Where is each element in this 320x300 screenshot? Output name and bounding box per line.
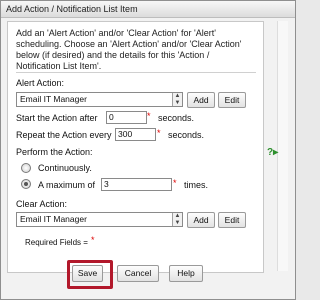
repeat-every-input[interactable]: 300 <box>115 128 156 141</box>
divider <box>16 72 256 73</box>
clear-action-select[interactable]: Email IT Manager ▲ ▼ <box>16 212 183 227</box>
save-button[interactable]: Save <box>72 265 103 282</box>
clear-action-edit-button[interactable]: Edit <box>218 212 246 228</box>
maximum-radio[interactable] <box>21 179 31 189</box>
start-after-unit: seconds. <box>158 113 195 123</box>
required-marker: * <box>147 111 151 121</box>
continuously-label: Continuously. <box>38 163 92 173</box>
select-arrows-icon: ▲ ▼ <box>172 93 182 106</box>
window-title: Add Action / Notification List Item <box>6 4 138 14</box>
clear-action-add-button[interactable]: Add <box>187 212 215 228</box>
required-fields-marker: * <box>91 235 95 245</box>
alert-action-add-button[interactable]: Add <box>187 92 215 108</box>
repeat-every-unit: seconds. <box>168 130 205 140</box>
times-label: times. <box>184 180 209 190</box>
required-marker: * <box>157 128 161 138</box>
alert-action-selected: Email IT Manager <box>20 94 87 104</box>
maximum-label: A maximum of <box>38 180 96 190</box>
form-description: Add an 'Alert Action' and/or 'Clear Acti… <box>16 28 242 71</box>
help-arrow-icon[interactable]: ?▸ <box>267 147 278 158</box>
required-marker: * <box>173 178 177 188</box>
alert-action-label: Alert Action: <box>16 78 65 88</box>
start-after-input[interactable]: 0 <box>106 111 147 124</box>
perform-label: Perform the Action: <box>16 147 93 157</box>
continuously-radio[interactable] <box>21 163 31 173</box>
clear-action-label: Clear Action: <box>16 199 68 209</box>
required-fields-note: Required Fields = <box>25 238 88 247</box>
clear-action-selected: Email IT Manager <box>20 214 87 224</box>
maximum-times-input[interactable]: 3 <box>101 178 172 191</box>
cancel-button[interactable]: Cancel <box>117 265 159 282</box>
form-panel: Add an 'Alert Action' and/or 'Clear Acti… <box>7 21 264 273</box>
alert-action-edit-button[interactable]: Edit <box>218 92 246 108</box>
repeat-every-label: Repeat the Action every <box>16 130 112 140</box>
alert-action-select[interactable]: Email IT Manager ▲ ▼ <box>16 92 183 107</box>
select-arrows-icon: ▲ ▼ <box>172 213 182 226</box>
title-bar[interactable]: Add Action / Notification List Item <box>1 1 295 18</box>
help-button[interactable]: Help <box>169 265 203 282</box>
dialog-window: Add Action / Notification List Item Add … <box>0 0 296 300</box>
side-panel <box>277 21 288 271</box>
start-after-label: Start the Action after <box>16 113 98 123</box>
